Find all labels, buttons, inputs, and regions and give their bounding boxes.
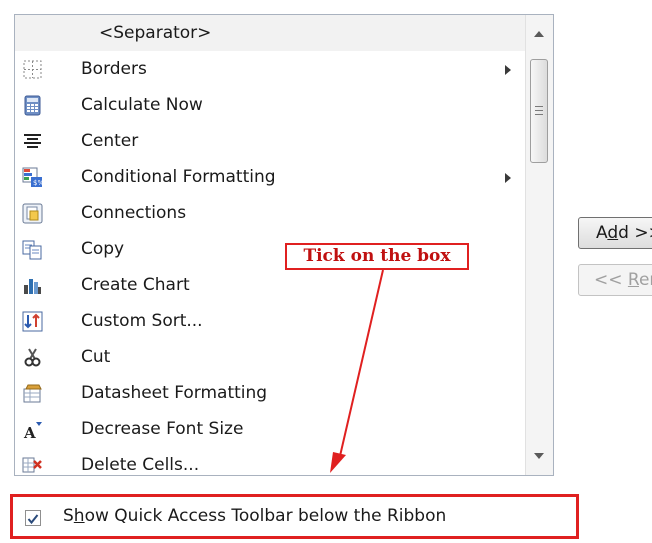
list-item-separator[interactable]: <Separator> [15, 15, 528, 51]
checkbox-label-rest: ow Quick Access Toolbar below the Ribbon [84, 506, 447, 526]
svg-text:A: A [23, 424, 36, 440]
list-item[interactable]: Delete Cells... [15, 447, 528, 483]
checkbox-label-prefix: S [63, 506, 74, 526]
decrease-font-icon: A [23, 422, 42, 440]
list-item-label: Decrease Font Size [81, 419, 244, 439]
show-qat-below-ribbon-checkbox[interactable] [25, 510, 41, 526]
list-item[interactable]: $% Conditional Formatting [15, 159, 528, 195]
checkmark-icon [27, 514, 39, 525]
command-listbox[interactable]: <Separator> Borders Calculate Now Center… [14, 14, 554, 476]
checkbox-label-access-key: h [73, 506, 85, 526]
remove-button-label-prefix: << [594, 270, 628, 290]
list-item[interactable]: A Decrease Font Size [15, 411, 528, 447]
list-item-label: Connections [81, 203, 187, 223]
borders-icon [23, 60, 42, 79]
list-item-label: Calculate Now [81, 95, 203, 115]
list-item[interactable]: Create Chart [15, 267, 528, 303]
list-item[interactable]: Borders [15, 51, 528, 87]
list-item-label: Conditional Formatting [81, 167, 276, 187]
copy-icon [22, 240, 42, 260]
scroll-down-arrow-icon[interactable] [534, 453, 544, 459]
align-center-icon [24, 134, 41, 148]
chart-icon [24, 279, 41, 294]
list-item-label: Datasheet Formatting [81, 383, 268, 403]
conditional-formatting-icon: $% [22, 167, 43, 187]
separator-label: <Separator> [99, 23, 212, 43]
list-item-label: Custom Sort... [81, 311, 203, 331]
scissors-icon [24, 348, 41, 367]
scrollbar-thumb[interactable] [530, 59, 548, 163]
remove-button-access-key: R [627, 270, 639, 290]
grip-line [535, 106, 543, 107]
grip-line [535, 110, 543, 111]
remove-button-label-rest: emove [638, 270, 652, 290]
add-button-label-rest: d >> [618, 223, 652, 243]
list-item[interactable]: Center [15, 123, 528, 159]
submenu-arrow-icon [505, 65, 511, 75]
list-item-label: Center [81, 131, 139, 151]
sort-icon [22, 311, 43, 332]
scroll-up-arrow-icon[interactable] [534, 31, 544, 37]
annotation-callout: Tick on the box [285, 243, 469, 270]
delete-cells-icon [22, 457, 42, 473]
grip-line [535, 114, 543, 115]
list-item[interactable]: Datasheet Formatting [15, 375, 528, 411]
calculator-icon [24, 95, 41, 116]
list-item-label: Cut [81, 347, 111, 367]
list-item[interactable]: Custom Sort... [15, 303, 528, 339]
connections-icon [22, 203, 43, 224]
vertical-scrollbar[interactable] [525, 15, 553, 475]
add-button-label-prefix: A [596, 223, 608, 243]
list-item-label: Borders [81, 59, 147, 79]
add-button-access-key: d [607, 223, 619, 243]
add-button[interactable]: Add >> [578, 217, 652, 249]
svg-text:$%: $% [33, 179, 43, 187]
datasheet-formatting-icon [23, 384, 42, 403]
submenu-arrow-icon [505, 173, 511, 183]
list-item[interactable]: Cut [15, 339, 528, 375]
show-qat-below-ribbon-label[interactable]: Show Quick Access Toolbar below the Ribb… [63, 506, 446, 526]
list-item[interactable]: Connections [15, 195, 528, 231]
list-item-label: Delete Cells... [81, 455, 200, 475]
list-item-label: Copy [81, 239, 125, 259]
remove-button[interactable]: << Remove [578, 264, 652, 296]
list-item[interactable]: Calculate Now [15, 87, 528, 123]
list-item-label: Create Chart [81, 275, 190, 295]
